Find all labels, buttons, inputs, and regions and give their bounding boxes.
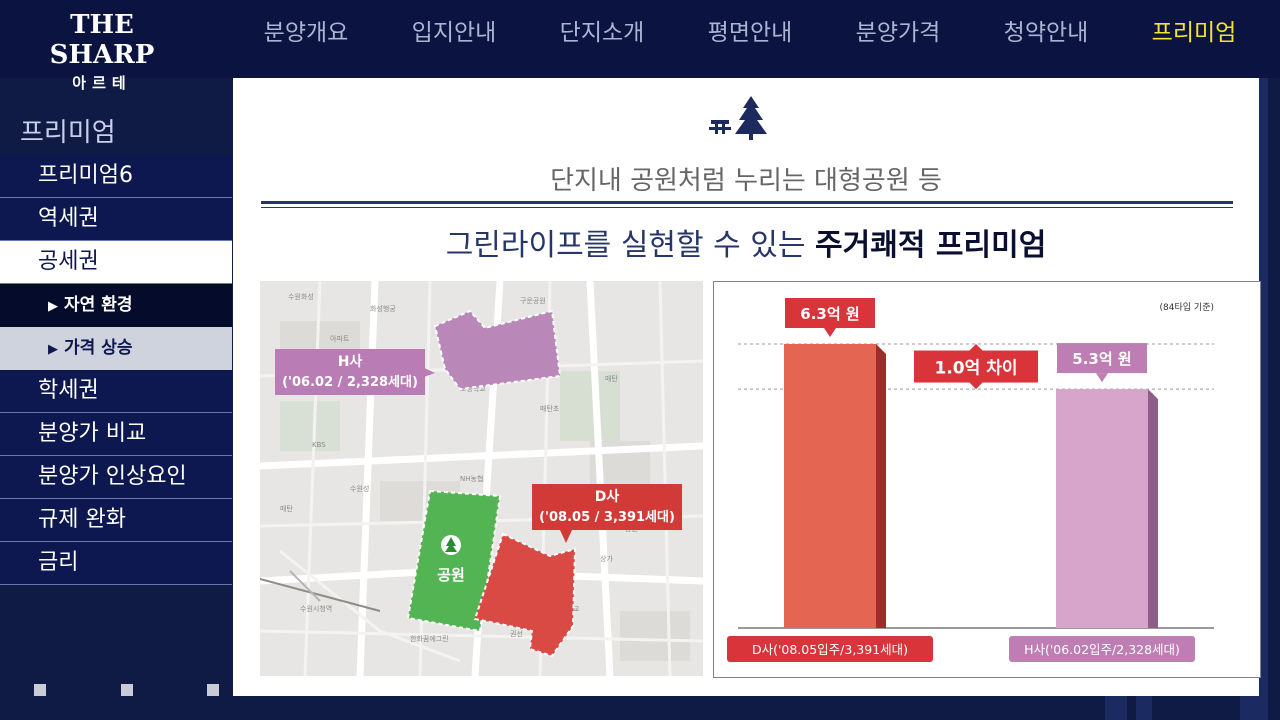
svg-text:아파트: 아파트 xyxy=(330,334,350,343)
area-map: 수원화성 화성행궁 구운공원 KBS 매탄초 매탄 수원성 NH농협 아파트 매… xyxy=(260,281,703,676)
headline-bold: 주거쾌적 프리미엄 xyxy=(815,228,1047,263)
value-label-pointer xyxy=(1096,373,1108,383)
triangle-right-icon: ▶ xyxy=(48,342,58,357)
value-label: 6.3억 원 xyxy=(800,305,859,323)
svg-text:구운공원: 구운공원 xyxy=(520,296,546,305)
logo-sub: 아르테 xyxy=(72,74,132,92)
nav-premium[interactable]: 프리미엄 xyxy=(1120,0,1268,66)
callout-d-line1: D사 xyxy=(594,489,620,505)
price-chart: 6.3억 원 D사('08.05입주/3,391세대) 5.3억 원 H사('06.0… xyxy=(713,281,1261,678)
headline: 그린라이프를 실현할 수 있는 주거쾌적 프리미엄 xyxy=(233,220,1259,264)
park-tree-icon xyxy=(709,96,767,140)
divider xyxy=(261,201,1233,204)
logo-brand: THE SHARP xyxy=(49,10,155,70)
difference-label: 1.0억 차이 xyxy=(935,359,1018,379)
side-item-station[interactable]: 역세권 xyxy=(0,198,232,241)
bar xyxy=(784,344,876,628)
park-label: 공원 xyxy=(437,566,465,584)
logo[interactable]: THE SHARP 아르테 xyxy=(22,10,182,93)
svg-text:NH농협: NH농협 xyxy=(460,474,483,483)
subtitle: 단지내 공원처럼 누리는 대형공원 등 xyxy=(550,166,942,196)
nav-complex[interactable]: 단지소개 xyxy=(528,0,676,66)
slide-dot[interactable] xyxy=(34,684,46,696)
svg-text:KBS: KBS xyxy=(312,441,326,449)
category-label: D사('08.05입주/3,391세대) xyxy=(752,642,908,657)
slide-dot[interactable] xyxy=(207,684,219,696)
value-label-pointer xyxy=(824,328,836,337)
svg-text:매탄: 매탄 xyxy=(605,374,618,383)
bar xyxy=(1056,389,1148,628)
nav-location[interactable]: 입지안내 xyxy=(380,0,528,66)
side-menu: 프리미엄6 역세권 공세권 ▶ 자연 환경 ▶ 가격 상승 학세권 분양가 비교 분… xyxy=(0,155,232,585)
value-label: 5.3억 원 xyxy=(1072,350,1131,368)
svg-text:수원성: 수원성 xyxy=(350,484,369,493)
slide-dot[interactable] xyxy=(121,684,133,696)
side-subitem-label: 자연 환경 xyxy=(64,295,133,315)
svg-text:화성행궁: 화성행궁 xyxy=(370,304,396,313)
side-item-deregulation[interactable]: 규제 완화 xyxy=(0,499,232,542)
svg-text:권선: 권선 xyxy=(510,629,523,638)
map-graphic: 수원화성 화성행궁 구운공원 KBS 매탄초 매탄 수원성 NH농협 아파트 매… xyxy=(260,281,703,676)
svg-text:매탄: 매탄 xyxy=(280,504,293,513)
callout-h-line2: ('06.02 / 2,328세대) xyxy=(282,375,418,390)
side-item-premium6[interactable]: 프리미엄6 xyxy=(0,155,232,198)
bar-side xyxy=(876,344,886,628)
side-subitem-label: 가격 상승 xyxy=(64,338,133,358)
content-panel: 단지내 공원처럼 누리는 대형공원 등 그린라이프를 실현할 수 있는 주거쾌적… xyxy=(233,78,1261,696)
svg-text:매탄초: 매탄초 xyxy=(540,404,560,413)
bar-side xyxy=(1148,389,1158,628)
nav-subscription[interactable]: 청약안내 xyxy=(972,0,1120,66)
nav-price[interactable]: 분양가격 xyxy=(824,0,972,66)
main-nav: 분양개요 입지안내 단지소개 평면안내 분양가격 청약안내 프리미엄 xyxy=(232,0,1268,66)
side-subitem-nature[interactable]: ▶ 자연 환경 xyxy=(0,284,232,327)
svg-text:상가: 상가 xyxy=(600,554,613,563)
divider xyxy=(261,207,1233,208)
svg-text:수원시청역: 수원시청역 xyxy=(300,604,332,613)
callout-h-line1: H사 xyxy=(337,354,363,370)
category-label: H사('06.02입주/2,328세대) xyxy=(1024,642,1180,657)
side-item-interest[interactable]: 금리 xyxy=(0,542,232,585)
headline-normal: 그린라이프를 실현할 수 있는 xyxy=(445,228,816,263)
side-title: 프리미엄 xyxy=(20,118,116,148)
svg-text:한화꿈에그린: 한화꿈에그린 xyxy=(410,634,449,643)
side-item-park[interactable]: 공세권 xyxy=(0,241,232,284)
top-bar: THE SHARP 아르테 분양개요 입지안내 단지소개 평면안내 분양가격 청… xyxy=(0,0,1280,92)
nav-floorplan[interactable]: 평면안내 xyxy=(676,0,824,66)
svg-text:수원화성: 수원화성 xyxy=(288,292,314,301)
side-item-price-factors[interactable]: 분양가 인상요인 xyxy=(0,456,232,499)
triangle-right-icon: ▶ xyxy=(48,299,58,314)
callout-d-line2: ('08.05 / 3,391세대) xyxy=(539,510,675,525)
side-subitem-price-rise[interactable]: ▶ 가격 상승 xyxy=(0,327,232,370)
side-item-school[interactable]: 학세권 xyxy=(0,370,232,413)
chart-note: (84타입 기준) xyxy=(1159,303,1214,313)
chart-svg: 6.3억 원 D사('08.05입주/3,391세대) 5.3억 원 H사('06.0… xyxy=(727,298,1214,662)
side-item-price-compare[interactable]: 분양가 비교 xyxy=(0,413,232,456)
nav-overview[interactable]: 분양개요 xyxy=(232,0,380,66)
